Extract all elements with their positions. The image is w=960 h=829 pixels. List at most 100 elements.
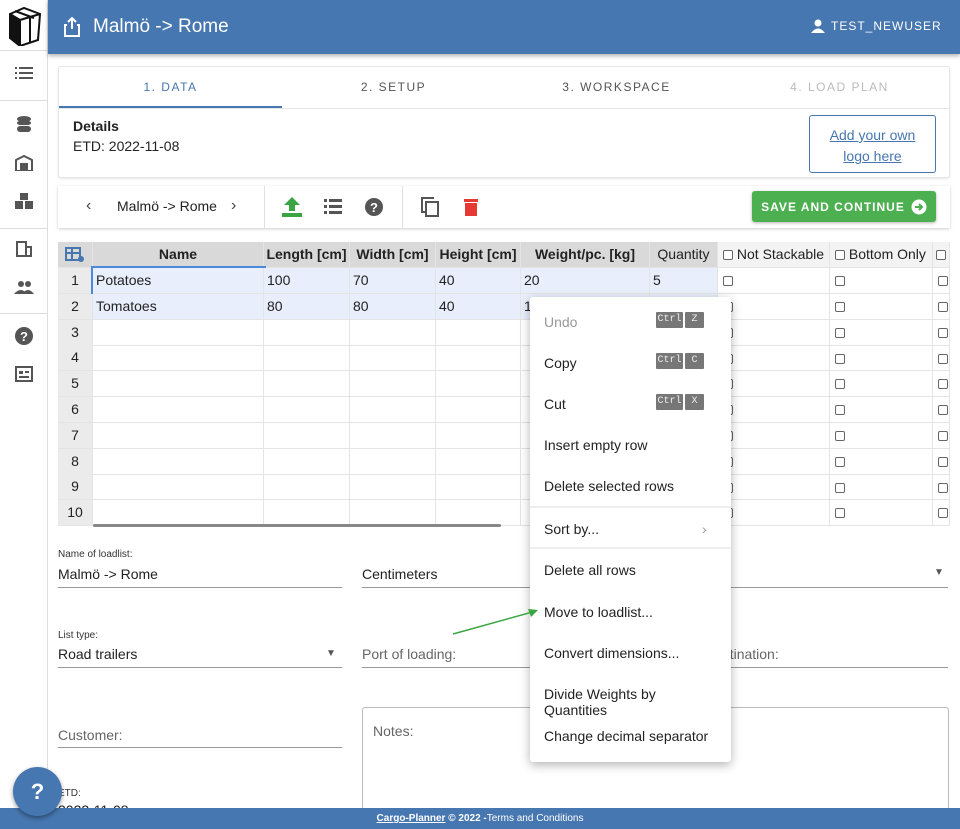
- row-checkbox[interactable]: [938, 327, 948, 338]
- grid-cell[interactable]: 80: [350, 293, 436, 320]
- tab-workspace[interactable]: 3. WORKSPACE: [505, 67, 728, 108]
- column-header[interactable]: Name: [93, 242, 264, 268]
- row-header[interactable]: 8: [58, 448, 93, 475]
- row-header[interactable]: 10: [58, 500, 93, 527]
- column-checkbox[interactable]: [835, 250, 845, 261]
- column-header[interactable]: Not Stackable: [718, 242, 830, 268]
- building-icon[interactable]: [12, 237, 36, 261]
- row-checkbox[interactable]: [723, 276, 733, 287]
- grid-cell[interactable]: [93, 345, 264, 372]
- checkbox-cell[interactable]: [830, 371, 933, 398]
- column-header[interactable]: Bottom Only: [830, 242, 933, 268]
- column-checkbox[interactable]: [936, 250, 946, 261]
- checkbox-cell[interactable]: [718, 345, 830, 372]
- column-header[interactable]: Height [cm]: [436, 242, 521, 268]
- checkbox-cell[interactable]: [830, 422, 933, 449]
- row-checkbox[interactable]: [938, 379, 948, 390]
- row-header[interactable]: 5: [58, 371, 93, 398]
- context-menu-item[interactable]: Convert dimensions...: [544, 645, 717, 661]
- id-card-icon[interactable]: [12, 362, 36, 386]
- row-checkbox[interactable]: [938, 353, 948, 364]
- checkbox-cell[interactable]: [830, 474, 933, 501]
- grid-cell[interactable]: [350, 500, 436, 527]
- row-checkbox[interactable]: [835, 405, 845, 416]
- checkbox-cell[interactable]: [830, 293, 933, 320]
- user-menu[interactable]: TEST_NEWUSER: [811, 19, 942, 33]
- row-checkbox[interactable]: [835, 456, 845, 467]
- checkbox-cell[interactable]: [830, 345, 933, 372]
- column-header[interactable]: Length [cm]: [264, 242, 350, 268]
- row-checkbox[interactable]: [938, 302, 948, 313]
- chevron-down-icon[interactable]: ▼: [934, 567, 944, 578]
- port-of-loading-input[interactable]: Port of loading:: [362, 646, 456, 662]
- grid-cell[interactable]: [350, 397, 436, 423]
- save-and-continue-button[interactable]: SAVE AND CONTINUE: [752, 191, 936, 222]
- help-icon[interactable]: ?: [364, 197, 384, 220]
- grid-cell[interactable]: [264, 448, 350, 475]
- tab-data[interactable]: 1. DATA: [59, 67, 282, 108]
- context-menu-item[interactable]: Sort by... ›: [544, 521, 717, 537]
- grid-cell[interactable]: 80: [264, 293, 350, 320]
- context-menu-item[interactable]: Delete all rows: [544, 562, 717, 578]
- row-header[interactable]: 9: [58, 474, 93, 501]
- checkbox-cell[interactable]: [830, 448, 933, 475]
- grid-cell[interactable]: [436, 371, 521, 398]
- row-checkbox[interactable]: [835, 431, 845, 442]
- grid-cell[interactable]: 5: [650, 268, 718, 294]
- delete-icon[interactable]: [464, 198, 478, 219]
- grid-cell[interactable]: [436, 345, 521, 372]
- checkbox-cell[interactable]: [718, 448, 830, 475]
- grid-cell[interactable]: [350, 345, 436, 372]
- checkbox-cell[interactable]: [830, 319, 933, 346]
- row-checkbox[interactable]: [835, 302, 845, 313]
- help-icon[interactable]: ?: [12, 324, 36, 348]
- grid-cell[interactable]: [436, 422, 521, 449]
- checkbox-cell[interactable]: [933, 319, 950, 346]
- checkbox-cell[interactable]: [933, 268, 950, 294]
- grid-cell[interactable]: [93, 397, 264, 423]
- customer-input[interactable]: Customer:: [58, 727, 123, 743]
- grid-cell[interactable]: [264, 319, 350, 346]
- checkbox-cell[interactable]: [933, 474, 950, 501]
- grid-cell[interactable]: [93, 319, 264, 346]
- context-menu-item[interactable]: Change decimal separator: [544, 728, 717, 744]
- column-checkbox[interactable]: [723, 250, 733, 261]
- row-checkbox[interactable]: [835, 276, 845, 287]
- grid-cell[interactable]: [350, 422, 436, 449]
- grid-cell[interactable]: [350, 474, 436, 501]
- checkbox-cell[interactable]: [718, 500, 830, 527]
- list-icon[interactable]: [12, 61, 36, 85]
- grid-cell[interactable]: [264, 422, 350, 449]
- chevron-down-icon[interactable]: ▼: [326, 648, 336, 659]
- row-header[interactable]: 6: [58, 397, 93, 423]
- checkbox-cell[interactable]: [718, 371, 830, 398]
- warehouse-icon[interactable]: [12, 151, 36, 175]
- grid-cell[interactable]: [93, 422, 264, 449]
- grid-cell[interactable]: [264, 371, 350, 398]
- checkbox-cell[interactable]: [933, 500, 950, 527]
- checkbox-cell[interactable]: [933, 397, 950, 423]
- grid-cell[interactable]: [93, 371, 264, 398]
- context-menu-item[interactable]: Divide Weights by Quantities: [544, 686, 717, 718]
- grid-cell[interactable]: 40: [436, 293, 521, 320]
- grid-cell[interactable]: [264, 345, 350, 372]
- checkbox-cell[interactable]: [718, 474, 830, 501]
- checkbox-cell[interactable]: [718, 293, 830, 320]
- checkbox-cell[interactable]: [830, 397, 933, 423]
- cargo-planner-logo[interactable]: [6, 6, 42, 48]
- grid-horizontal-scrollbar[interactable]: [93, 524, 501, 527]
- grid-cell[interactable]: [93, 500, 264, 527]
- grid-cell[interactable]: 70: [350, 268, 436, 294]
- tab-setup[interactable]: 2. SETUP: [282, 67, 505, 108]
- grid-cell[interactable]: [264, 500, 350, 527]
- share-icon[interactable]: [64, 16, 80, 40]
- row-header[interactable]: 4: [58, 345, 93, 372]
- boxes-icon[interactable]: [12, 189, 36, 213]
- checkbox-cell[interactable]: [933, 371, 950, 398]
- grid-cell[interactable]: [436, 319, 521, 346]
- checkbox-cell[interactable]: [718, 319, 830, 346]
- row-checkbox[interactable]: [938, 276, 948, 287]
- users-icon[interactable]: [12, 275, 36, 299]
- row-checkbox[interactable]: [835, 353, 845, 364]
- grid-cell[interactable]: 100: [264, 268, 350, 294]
